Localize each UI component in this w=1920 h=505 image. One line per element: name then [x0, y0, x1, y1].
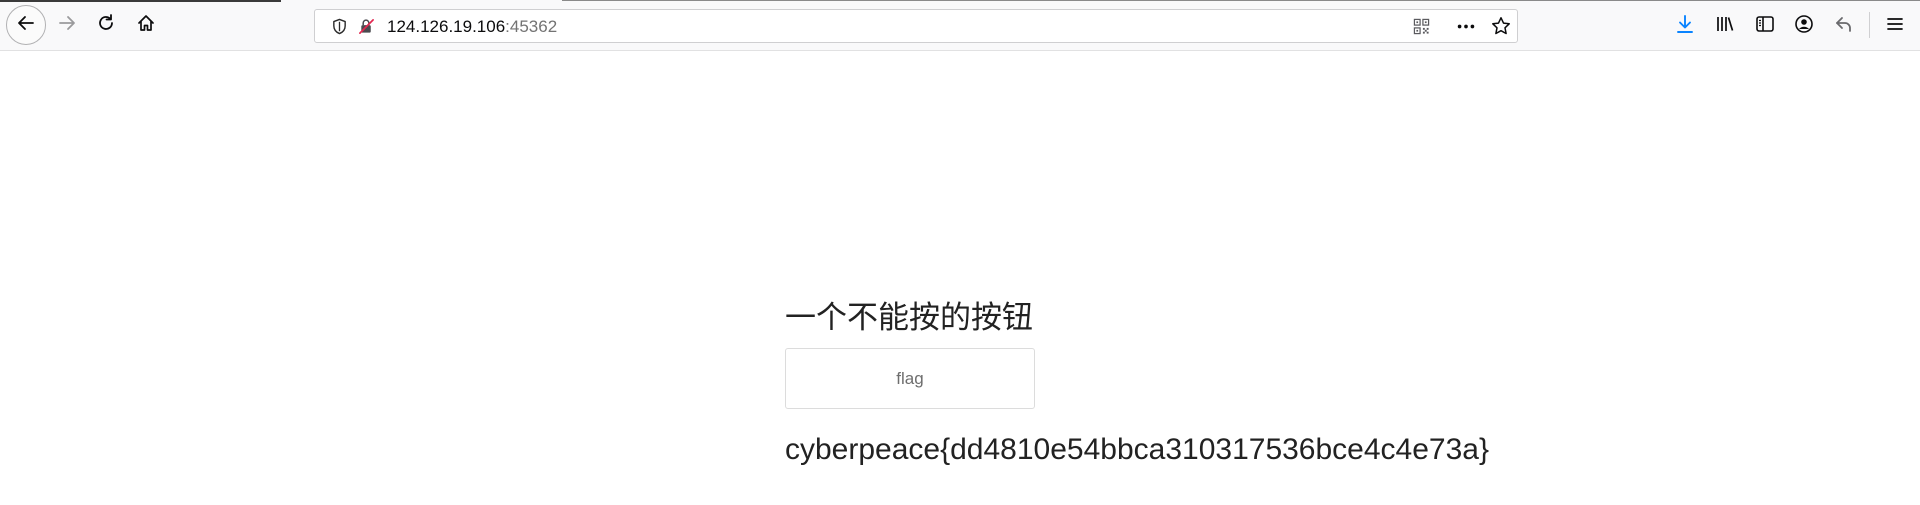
address-bar[interactable]: 124.126.19.106:45362 — [314, 9, 1518, 43]
reload-icon — [96, 13, 116, 38]
insecure-lock-icon[interactable] — [357, 17, 375, 35]
library-icon — [1715, 14, 1735, 39]
library-button[interactable] — [1707, 8, 1743, 44]
page-title: 一个不能按的按钮 — [785, 300, 1033, 336]
menu-button[interactable] — [1877, 8, 1913, 44]
qr-code-icon[interactable] — [1412, 17, 1430, 35]
toolbar-separator — [1869, 12, 1870, 38]
sidebar-icon — [1755, 14, 1775, 39]
downloads-button[interactable] — [1667, 8, 1703, 44]
hamburger-menu-icon — [1885, 14, 1905, 39]
forward-button[interactable] — [50, 8, 84, 42]
url-port: :45362 — [505, 17, 558, 36]
back-button[interactable] — [6, 5, 46, 45]
flag-button[interactable]: flag — [785, 348, 1035, 409]
home-icon — [136, 13, 156, 38]
flag-text: cyberpeace{dd4810e54bbca310317536bce4c4e… — [785, 433, 1489, 466]
account-button[interactable] — [1786, 8, 1822, 44]
back-arrow-icon — [16, 13, 36, 38]
browser-toolbar: 124.126.19.106:45362 — [0, 0, 1920, 51]
more-dots-icon[interactable] — [1454, 17, 1478, 35]
sidebar-button[interactable] — [1747, 8, 1783, 44]
shield-icon[interactable] — [330, 17, 348, 35]
tab-strip-edge — [0, 0, 281, 2]
undo-icon — [1834, 14, 1854, 39]
home-button[interactable] — [129, 8, 163, 42]
star-icon[interactable] — [1491, 17, 1511, 35]
url-text[interactable]: 124.126.19.106:45362 — [387, 17, 557, 37]
reload-button[interactable] — [89, 8, 123, 42]
download-icon — [1675, 14, 1695, 39]
forward-arrow-icon — [57, 13, 77, 38]
tab-strip-edge — [562, 0, 1920, 1]
undo-button[interactable] — [1826, 8, 1862, 44]
account-icon — [1794, 14, 1814, 39]
url-host: 124.126.19.106 — [387, 17, 506, 36]
